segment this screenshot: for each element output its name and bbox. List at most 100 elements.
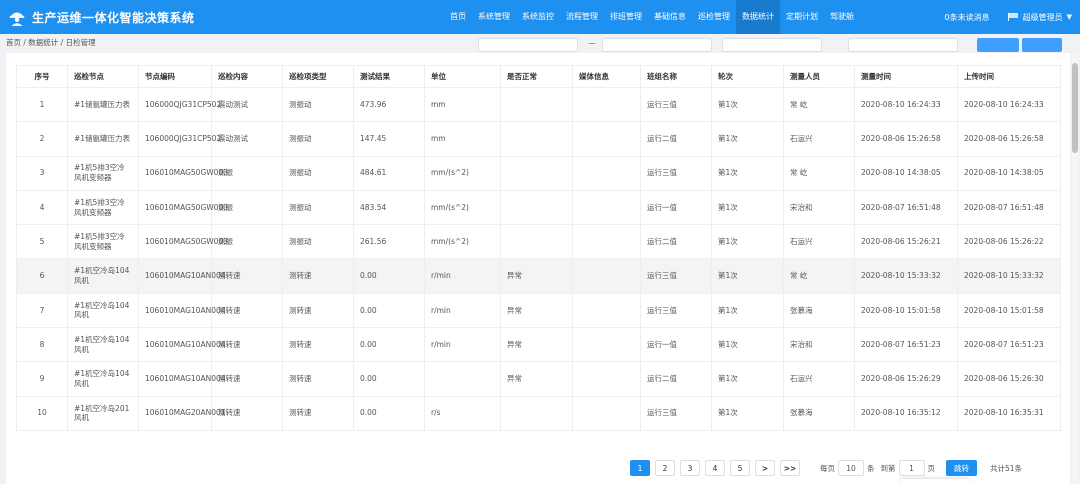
- table-cell: 106000QJG31CP502: [138, 121, 221, 157]
- user-flag-icon: [1007, 13, 1018, 21]
- table-cell: 石运兴: [783, 361, 855, 397]
- page-button-4[interactable]: 4: [705, 460, 725, 476]
- table-cell: 2020-08-07 16:51:48: [957, 189, 1061, 226]
- table-cell: 运行二值: [640, 361, 712, 397]
- table-cell: r/min: [424, 258, 501, 294]
- total-count: 共计51条: [990, 463, 1023, 473]
- table-cell: 运行二值: [640, 224, 712, 260]
- table-cell: 测转速: [282, 327, 354, 363]
- table-cell: mm: [424, 86, 501, 123]
- table-cell: #1机5排3空冷风机变频器: [67, 155, 139, 191]
- user-name[interactable]: 超级管理员: [1023, 12, 1063, 23]
- user-caret-down-icon[interactable]: ▼: [1067, 13, 1072, 21]
- nav-item-0[interactable]: 首页: [444, 0, 472, 34]
- goto-page-input[interactable]: 1: [898, 460, 925, 476]
- last-page-icon[interactable]: >>: [780, 460, 800, 476]
- table-cell: 第1次: [711, 327, 784, 363]
- table-cell: mm: [424, 121, 501, 157]
- table-cell: 第1次: [711, 155, 784, 191]
- nav-item-7[interactable]: 数据统计: [736, 0, 780, 34]
- nav-item-1[interactable]: 系统管理: [472, 0, 516, 34]
- search-button[interactable]: [977, 38, 1019, 52]
- unread-messages-link[interactable]: 0条未读消息: [945, 12, 990, 23]
- nav-item-4[interactable]: 排班管理: [604, 0, 648, 34]
- nav-item-6[interactable]: 巡检管理: [692, 0, 736, 34]
- engineer-logo-icon: [9, 12, 25, 26]
- table-cell: 测振动: [282, 121, 354, 157]
- table-cell: 106010MAG10AN004: [138, 292, 226, 329]
- column-header: 媒体信息: [572, 65, 641, 88]
- table-cell: [500, 121, 573, 157]
- data-table: 序号 巡检节点 节点编码 巡检内容 巡检项类型 测试结果 单位 是否正常 媒体信息 班组名称 轮次测…: [16, 65, 1061, 431]
- table-cell: 第1次: [711, 121, 784, 157]
- table-cell: 测振动: [282, 86, 354, 123]
- table-cell: [572, 224, 641, 260]
- table-cell: 测转速: [282, 395, 354, 431]
- table-cell: 测振: [211, 224, 283, 260]
- nav-item-3[interactable]: 流程管理: [560, 0, 604, 34]
- table-row[interactable]: 5 #1机5排3空冷风机变频器 106010MAG50GW003 测振 测振动 261.5…: [16, 224, 1061, 260]
- table-cell: 2020-08-10 16:24:33: [957, 86, 1061, 123]
- table-cell: 测振: [211, 155, 283, 191]
- table-row[interactable]: 3 #1机5排3空冷风机变频器 106010MAG50GW003 测振 测振动 484.6…: [16, 155, 1061, 191]
- table-row[interactable]: 10 #1机空冷岛201风机 106010MAG20AN001 测转速 测转速 0.00 r…: [16, 395, 1061, 431]
- filter-input-4[interactable]: [848, 38, 958, 52]
- nav-item-8[interactable]: 定期计划: [780, 0, 824, 34]
- table-cell: 2020-08-07 16:51:48: [854, 189, 958, 226]
- table-cell: r/s: [424, 395, 501, 431]
- nav-item-9[interactable]: 驾驶舱: [824, 0, 860, 34]
- table-row[interactable]: 1 #1储氨罐压力表 106000QJG31CP502 震动测试 测振动 473.96 mm…: [16, 86, 1061, 123]
- nav-item-2[interactable]: 系统监控: [516, 0, 560, 34]
- column-header: 巡检项类型: [282, 65, 354, 88]
- main-nav: 首页 系统管理 系统监控 流程管理 排班管理 基础信息 巡检管理 数据统计 定期计划 驾驶舱: [444, 0, 860, 34]
- table-cell: 运行三值: [640, 258, 712, 294]
- table-cell: 473.96: [353, 86, 425, 123]
- page-button-2[interactable]: 2: [655, 460, 675, 476]
- column-header: 上传时间: [957, 65, 1061, 88]
- table-cell: 石运兴: [783, 121, 855, 157]
- table-cell: #1机空冷岛104风机: [67, 258, 139, 294]
- table-row[interactable]: 2 #1储氨罐压力表 106000QJG31CP502 震动测试 测振动 147.45 mm…: [16, 121, 1061, 157]
- table-cell: 106010MAG10AN004: [138, 327, 226, 363]
- table-cell: 2020-08-10 15:01:58: [957, 292, 1061, 329]
- table-cell: 106000QJG31CP502: [138, 86, 221, 123]
- table-cell: 0.00: [353, 292, 425, 329]
- filter-input-3[interactable]: [722, 38, 822, 52]
- table-row[interactable]: 9 #1机空冷岛104风机 106010MAG10AN004 测转速 测转速 0.00 异常…: [16, 361, 1061, 397]
- pagination: 1 2 3 4 5 > >> 每页 10 条到第 1 页跳转 共计51条: [630, 460, 1025, 476]
- table-cell: 484.61: [353, 155, 425, 191]
- vertical-scrollbar[interactable]: [1072, 53, 1078, 484]
- per-page-label: 每页: [820, 463, 835, 473]
- table-cell: 3: [16, 155, 68, 191]
- table-row[interactable]: 8 #1机空冷岛104风机 106010MAG10AN004 测转速 测转速 0.00 r/…: [16, 327, 1061, 363]
- table-cell: 张慕海: [783, 292, 855, 329]
- filter-input-1[interactable]: [478, 38, 578, 52]
- table-cell: [572, 395, 641, 431]
- nav-item-5[interactable]: 基础信息: [648, 0, 692, 34]
- filter-separator: [589, 43, 595, 44]
- content-card: 序号 巡检节点 节点编码 巡检内容 巡检项类型 测试结果 单位 是否正常 媒体信息 班组名称 轮次测…: [6, 53, 1070, 484]
- table-cell: [572, 155, 641, 191]
- next-page-icon[interactable]: >: [755, 460, 775, 476]
- table-row[interactable]: 7 #1机空冷岛104风机 106010MAG10AN004 测转速 测转速 0.00 r/…: [16, 292, 1061, 329]
- table-cell: 宋治和: [783, 327, 855, 363]
- table-cell: [572, 189, 641, 226]
- table-cell: 0.00: [353, 258, 425, 294]
- table-cell: 1: [16, 86, 68, 123]
- filter-input-2[interactable]: [602, 38, 712, 52]
- reset-button[interactable]: [1022, 38, 1062, 52]
- page-button-3[interactable]: 3: [680, 460, 700, 476]
- table-cell: 第1次: [711, 86, 784, 123]
- table-cell: #1机空冷岛201风机: [67, 395, 139, 431]
- table-row[interactable]: 6 #1机空冷岛104风机 106010MAG10AN004 测转速 测转速 0.00 r/…: [16, 258, 1061, 294]
- goto-page-button[interactable]: 跳转: [946, 460, 977, 476]
- table-cell: 10: [16, 395, 68, 431]
- table-cell: 483.54: [353, 189, 425, 226]
- page-button-5[interactable]: 5: [730, 460, 750, 476]
- table-cell: 2020-08-10 16:35:12: [854, 395, 958, 431]
- scrollbar-thumb[interactable]: [1072, 63, 1078, 153]
- table-cell: mm/(s^2): [424, 189, 501, 226]
- page-button-1[interactable]: 1: [630, 460, 650, 476]
- per-page-input[interactable]: 10: [838, 460, 864, 476]
- table-row[interactable]: 4 #1机5排3空冷风机变频器 106010MAG50GW003 测振 测振动 483.5…: [16, 189, 1061, 226]
